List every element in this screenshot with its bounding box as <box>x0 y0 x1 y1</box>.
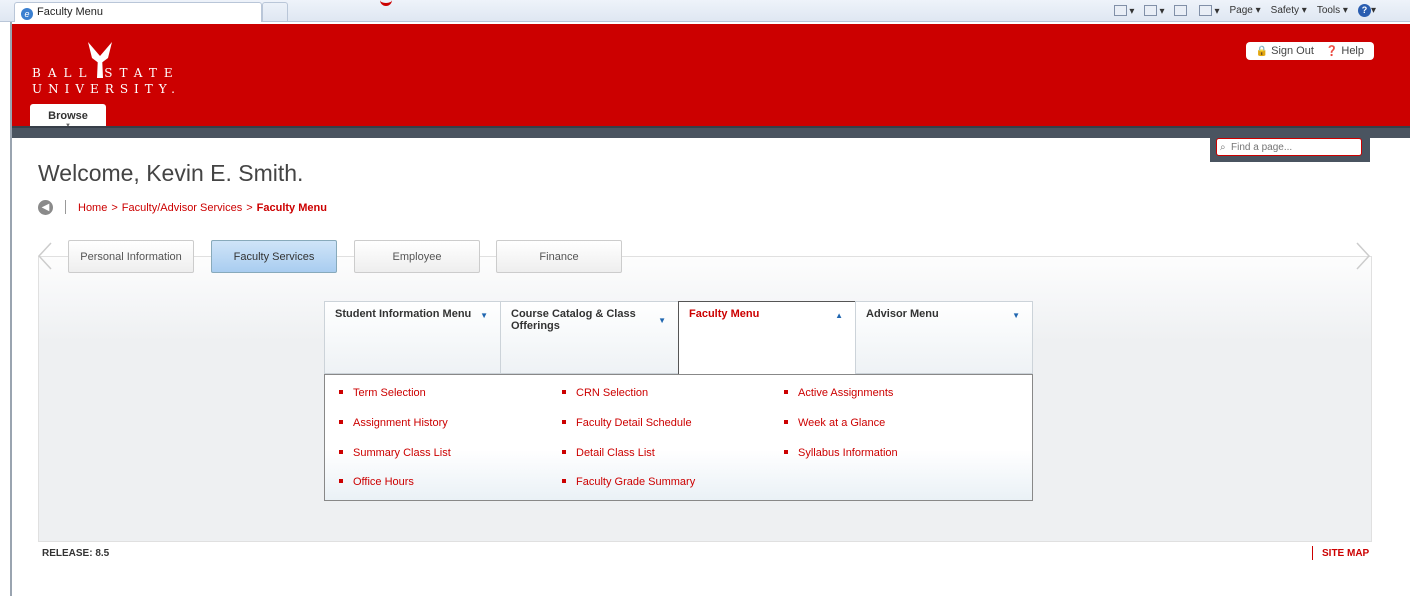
nav-bar <box>12 126 1410 138</box>
link-assignment-history[interactable]: Assignment History <box>339 417 448 429</box>
red-mark <box>380 0 392 6</box>
release-label: RELEASE: 8.5 <box>42 548 110 559</box>
menu-faculty[interactable]: Faculty Menu ▲ <box>678 301 856 375</box>
header-buttons: 🔒 Sign Out ❓ Help <box>1245 42 1374 60</box>
menu-label: Student Information Menu <box>335 308 472 320</box>
menu-advisor[interactable]: Advisor Menu ▼ <box>855 301 1033 374</box>
breadcrumb-divider <box>65 200 66 214</box>
chevron-up-icon: ▲ <box>835 311 843 320</box>
help-label: Help <box>1341 45 1364 57</box>
breadcrumb-current: Faculty Menu <box>256 202 327 214</box>
browser-chrome: e Faculty Menu ▾ ▾ ▾ Page ▾ Safety ▾ Tool… <box>0 0 1410 22</box>
chevron-down-icon: ▼ <box>1012 311 1020 320</box>
page-menu[interactable]: Page ▾ <box>1230 5 1261 16</box>
link-office-hours[interactable]: Office Hours <box>339 476 414 488</box>
breadcrumb-separator: > <box>246 202 253 214</box>
menu-label: Course Catalog & Class Offerings <box>511 308 636 332</box>
bullet-icon <box>562 450 566 454</box>
help-icon[interactable]: ? ▾ <box>1357 4 1376 17</box>
link-active-assignments[interactable]: Active Assignments <box>784 387 893 399</box>
new-tab-button[interactable] <box>262 2 288 22</box>
bullet-icon <box>339 390 343 394</box>
print-icon[interactable]: ▾ <box>1199 4 1220 17</box>
browser-toolbar: ▾ ▾ ▾ Page ▾ Safety ▾ Tools ▾ ? ▾ <box>1114 4 1376 17</box>
link-detail-class-list[interactable]: Detail Class List <box>562 447 655 459</box>
question-icon: ❓ <box>1325 46 1339 57</box>
bullet-icon <box>784 420 788 424</box>
lock-icon: 🔒 <box>1255 46 1269 57</box>
find-page-input[interactable] <box>1216 138 1362 156</box>
browser-tab-title: Faculty Menu <box>37 6 104 18</box>
breadcrumb-separator: > <box>111 202 118 214</box>
help-button[interactable]: ❓ Help <box>1326 45 1364 57</box>
browser-tab[interactable]: e Faculty Menu <box>14 2 262 22</box>
bullet-icon <box>562 479 566 483</box>
sign-out-label: Sign Out <box>1271 45 1314 57</box>
bullet-icon <box>339 479 343 483</box>
bullet-icon <box>339 420 343 424</box>
tab-employee[interactable]: Employee <box>354 240 480 273</box>
scroll-left-icon[interactable] <box>38 242 52 270</box>
link-faculty-detail-schedule[interactable]: Faculty Detail Schedule <box>562 417 692 429</box>
browse-label: Browse <box>48 110 88 122</box>
chevron-down-icon: ▼ <box>658 316 666 325</box>
menu-course-catalog[interactable]: Course Catalog & Class Offerings ▼ <box>500 301 679 374</box>
breadcrumb: Home > Faculty/Advisor Services > Faculty Me… <box>78 202 327 214</box>
tab-finance[interactable]: Finance <box>496 240 622 273</box>
footer-divider <box>1312 546 1313 560</box>
logo-text-line2: UNIVERSITY. <box>32 82 181 96</box>
breadcrumb-parent[interactable]: Faculty/Advisor Services <box>122 202 242 214</box>
page-title: Welcome, Kevin E. Smith. <box>38 160 304 186</box>
back-arrow-icon[interactable]: ◀ <box>38 200 53 215</box>
link-crn-selection[interactable]: CRN Selection <box>562 387 648 399</box>
site-map-link[interactable]: SITE MAP <box>1322 548 1369 559</box>
link-week-at-a-glance[interactable]: Week at a Glance <box>784 417 885 429</box>
link-faculty-grade-summary[interactable]: Faculty Grade Summary <box>562 476 695 488</box>
tools-menu[interactable]: Tools ▾ <box>1317 5 1348 16</box>
breadcrumb-home[interactable]: Home <box>78 202 107 214</box>
bullet-icon <box>562 420 566 424</box>
bullet-icon <box>784 450 788 454</box>
mail-icon[interactable] <box>1174 4 1189 17</box>
menu-student-information[interactable]: Student Information Menu ▼ <box>324 301 501 374</box>
safety-menu[interactable]: Safety ▾ <box>1271 5 1307 16</box>
scroll-right-icon[interactable] <box>1356 242 1370 270</box>
tab-personal-information[interactable]: Personal Information <box>68 240 194 273</box>
link-summary-class-list[interactable]: Summary Class List <box>339 447 451 459</box>
faculty-menu-dropdown: Term Selection Assignment History Summar… <box>324 374 1033 501</box>
sign-out-button[interactable]: 🔒 Sign Out <box>1256 45 1314 57</box>
ie-icon: e <box>21 8 33 20</box>
site-header: BALL STATE UNIVERSITY. Browse ▼ 🔒Sign Ou… <box>12 24 1410 130</box>
bullet-icon <box>339 450 343 454</box>
logo-text-line1: BALL STATE <box>32 66 180 80</box>
menu-label: Advisor Menu <box>866 308 939 320</box>
feeds-icon[interactable]: ▾ <box>1144 4 1164 17</box>
search-icon: ⌕ <box>1220 142 1226 153</box>
tab-faculty-services[interactable]: Faculty Services <box>211 240 337 273</box>
menu-label: Faculty Menu <box>689 308 760 320</box>
bullet-icon <box>562 390 566 394</box>
link-syllabus-information[interactable]: Syllabus Information <box>784 447 898 459</box>
bullet-icon <box>784 390 788 394</box>
link-term-selection[interactable]: Term Selection <box>339 387 426 399</box>
home-icon[interactable]: ▾ <box>1114 4 1134 17</box>
chevron-down-icon: ▼ <box>480 311 488 320</box>
